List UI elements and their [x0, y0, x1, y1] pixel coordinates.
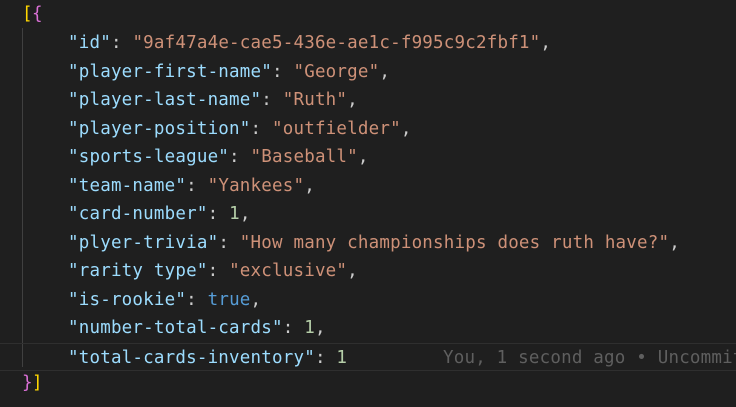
- code-line[interactable]: "team-name": "Yankees",: [0, 172, 736, 200]
- comma-separator: ,: [250, 289, 262, 310]
- code-line[interactable]: "rarity type": "exclusive",: [0, 257, 736, 285]
- code-line[interactable]: "number-total-cards": 1,: [0, 314, 736, 342]
- json-key: "is-rookie": [68, 289, 187, 310]
- colon-separator: :: [218, 232, 240, 253]
- git-blame-annotation: You, 1 second ago • Uncommitted changes: [443, 347, 736, 368]
- code-line[interactable]: "player-position": "outfielder",: [0, 115, 736, 143]
- open-curly-brace: {: [32, 4, 43, 24]
- json-key: "card-number": [68, 204, 208, 224]
- comma-separator: ,: [357, 147, 369, 167]
- json-value: "Ruth": [282, 90, 348, 110]
- colon-separator: :: [186, 175, 208, 196]
- comma-separator: ,: [400, 118, 412, 139]
- json-value: "outfielder": [272, 118, 401, 139]
- json-key: "player-first-name": [68, 61, 272, 82]
- json-property: "is-rookie": true,: [68, 286, 261, 314]
- json-key: "number-total-cards": [68, 318, 283, 338]
- colon-separator: :: [271, 61, 294, 82]
- comma-separator: ,: [304, 175, 315, 196]
- json-key: "plyer-trivia": [68, 232, 219, 253]
- json-key: "player-position": [68, 118, 251, 139]
- colon-separator: :: [207, 261, 230, 281]
- json-value: "exclusive": [229, 261, 348, 281]
- json-property: "id": "9af47a4e-cae5-436e-ae1c-f995c9c2f…: [68, 29, 551, 57]
- json-property: "total-cards-inventory": 1: [68, 344, 347, 372]
- colon-separator: :: [229, 147, 251, 167]
- code-line[interactable]: "player-first-name": "George",: [0, 58, 736, 86]
- code-line[interactable]: "card-number": 1,: [0, 200, 736, 228]
- json-property: "plyer-trivia": "How many championships …: [68, 229, 680, 257]
- json-value: "Baseball": [250, 147, 358, 167]
- code-line-close[interactable]: } ]: [0, 369, 736, 397]
- json-property: "rarity type": "exclusive",: [68, 257, 358, 285]
- comma-separator: ,: [314, 318, 326, 338]
- colon-separator: :: [250, 118, 272, 139]
- json-value: "9af47a4e-cae5-436e-ae1c-f995c9c2fbf1": [132, 33, 541, 53]
- comma-separator: ,: [379, 61, 391, 82]
- close-square-bracket: ]: [32, 373, 43, 393]
- json-property: "number-total-cards": 1,: [68, 314, 326, 342]
- json-key: "team-name": [68, 175, 187, 196]
- comma-separator: ,: [239, 204, 251, 224]
- colon-separator: :: [314, 347, 337, 368]
- json-property: "sports-league": "Baseball",: [68, 143, 369, 171]
- json-property: "player-first-name": "George",: [68, 58, 390, 86]
- colon-separator: :: [261, 90, 283, 110]
- colon-separator: :: [282, 318, 305, 338]
- json-property: "team-name": "Yankees",: [68, 172, 315, 200]
- colon-separator: :: [186, 289, 208, 310]
- json-key: "id": [68, 33, 111, 53]
- json-value: "How many championships does ruth have?": [239, 232, 670, 253]
- json-value: 1: [229, 204, 240, 224]
- code-line[interactable]: "id": "9af47a4e-cae5-436e-ae1c-f995c9c2f…: [0, 29, 736, 57]
- comma-separator: ,: [347, 90, 358, 110]
- json-property: "player-last-name": "Ruth",: [68, 86, 358, 114]
- comma-separator: ,: [347, 261, 358, 281]
- code-line[interactable]: "is-rookie": true,: [0, 286, 736, 314]
- json-property: "player-position": "outfielder",: [68, 115, 412, 143]
- json-value: 1: [336, 347, 348, 368]
- colon-separator: :: [110, 33, 133, 53]
- comma-separator: ,: [669, 232, 680, 253]
- json-key: "player-last-name": [68, 90, 262, 110]
- colon-separator: :: [207, 204, 230, 224]
- code-line[interactable]: "sports-league": "Baseball",: [0, 143, 736, 171]
- json-property: "card-number": 1,: [68, 200, 251, 228]
- code-line[interactable]: "player-last-name": "Ruth",: [0, 86, 736, 114]
- json-key: "total-cards-inventory": [68, 347, 315, 368]
- comma-separator: ,: [540, 33, 552, 53]
- code-editor[interactable]: [ { "id": "9af47a4e-cae5-436e-ae1c-f995c…: [0, 0, 736, 407]
- code-line[interactable]: "plyer-trivia": "How many championships …: [0, 229, 736, 257]
- json-value: 1: [304, 318, 315, 338]
- json-value: "Yankees": [207, 175, 305, 196]
- json-value: true: [207, 289, 251, 310]
- json-key: "rarity type": [68, 261, 208, 281]
- code-line-open[interactable]: [ {: [0, 0, 736, 28]
- code-line[interactable]: "total-cards-inventory": 1 You, 1 second …: [0, 342, 736, 372]
- json-key: "sports-league": [68, 147, 230, 167]
- json-value: "George": [293, 61, 380, 82]
